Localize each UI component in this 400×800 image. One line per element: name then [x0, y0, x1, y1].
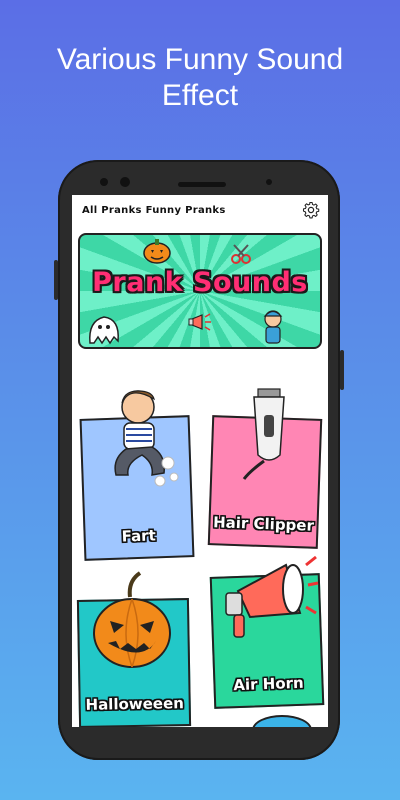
promo-title-line-1: Various Funny Sound: [56, 43, 344, 76]
promo-title-line-2: Effect: [161, 79, 239, 112]
hair-clipper-icon: [242, 388, 285, 480]
prank-sounds-banner[interactable]: Prank Sounds: [78, 233, 322, 349]
front-camera: [120, 177, 130, 187]
pumpkin-icon: [143, 239, 171, 264]
volume-button: [54, 260, 58, 300]
sensor-dot: [100, 178, 108, 186]
category-label-air-horn: Air Horn: [233, 673, 304, 695]
power-button: [340, 350, 344, 390]
phone-top-bezel: [58, 160, 340, 200]
sensor-dot: [266, 179, 272, 185]
megaphone-icon: [188, 313, 211, 331]
category-label-halloweeen: Halloweeen: [85, 694, 185, 714]
scissors-icon: [231, 244, 251, 264]
banner-title: Prank Sounds: [92, 267, 308, 298]
earpiece-speaker: [178, 182, 226, 187]
category-label-hair-clipper: Hair Clipper: [212, 513, 315, 535]
category-label-fart: Fart: [121, 526, 157, 546]
promo-title: Various Funny Sound Effect: [0, 42, 400, 114]
ghost-icon: [89, 316, 119, 345]
app-bar: All Pranks Funny Pranks: [72, 195, 328, 225]
boy-icon: [263, 310, 283, 344]
pumpkin-icon: [93, 571, 171, 668]
next-category-card-partial[interactable]: [252, 715, 312, 727]
air-horn-icon: [225, 555, 319, 638]
app-screen: All Pranks Funny Pranks Prank Sounds Far…: [72, 195, 328, 727]
boy-icon: [114, 390, 179, 487]
gear-icon[interactable]: [302, 201, 320, 219]
app-title: All Pranks Funny Pranks: [82, 204, 226, 216]
